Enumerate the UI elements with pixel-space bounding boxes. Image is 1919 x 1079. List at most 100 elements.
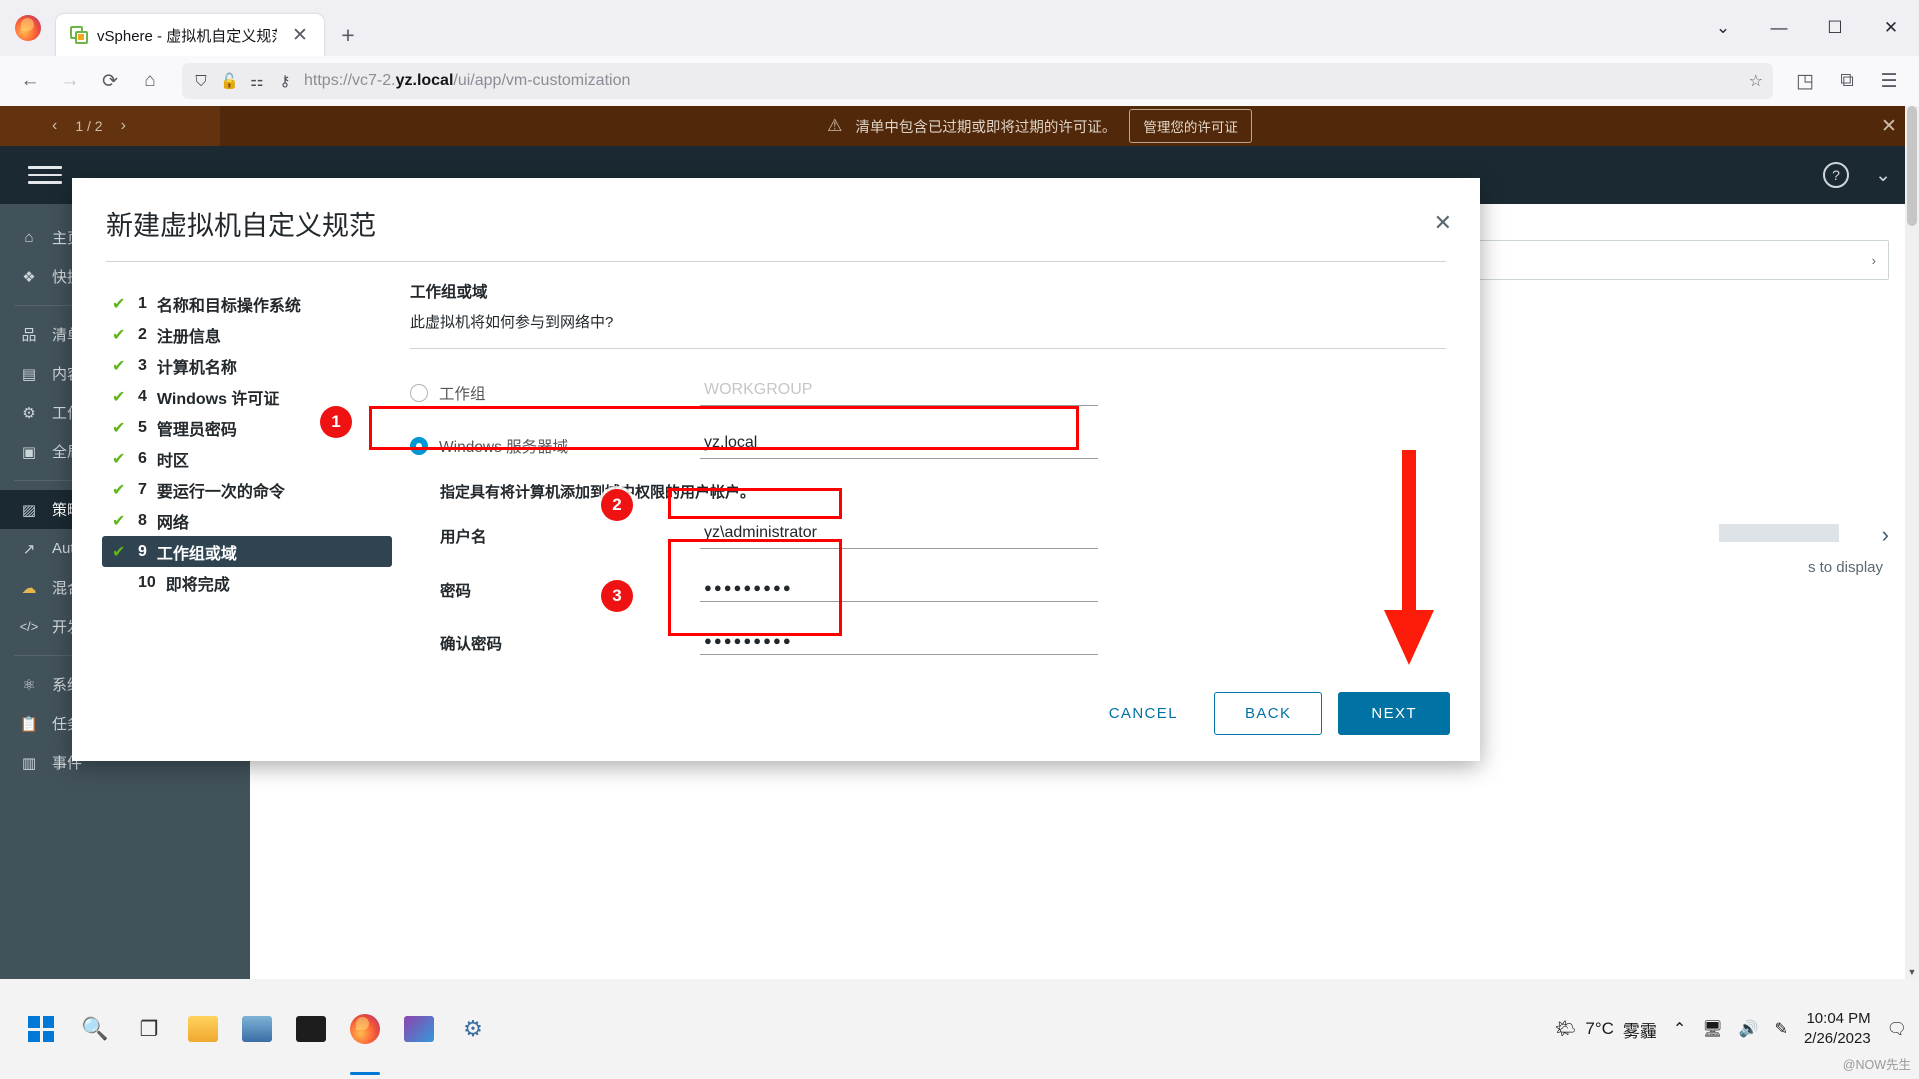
warning-triangle-icon: ⚠ — [827, 116, 842, 136]
wizard-step-7[interactable]: ✔ 7 要运行一次的命令 — [102, 474, 392, 505]
search-icon[interactable]: 🔍 — [68, 979, 122, 1079]
wizard-step-3[interactable]: ✔ 3 计算机名称 — [102, 350, 392, 381]
browser-tab-title: vSphere - 虚拟机自定义规范 — [97, 25, 277, 46]
wizard-step-label: 要运行一次的命令 — [157, 478, 285, 502]
task-view-icon[interactable]: ❐ — [122, 979, 176, 1079]
page-scrollbar[interactable]: ▲ ▼ — [1905, 106, 1919, 979]
shield-icon[interactable]: ⛉ — [192, 73, 210, 90]
pocket-icon[interactable]: ◳ — [1785, 63, 1825, 99]
network-icon[interactable]: 🖥 — [1702, 1019, 1722, 1039]
windows-start-icon[interactable] — [14, 979, 68, 1079]
domain-label: Windows 服务器域 — [439, 435, 568, 457]
wizard-step-6[interactable]: ✔ 6 时区 — [102, 443, 392, 474]
user-menu-chevron-icon[interactable]: ⌄ — [1875, 164, 1891, 187]
weather-widget[interactable]: 🌤 7°C 雾霾 — [1555, 1017, 1657, 1042]
wizard-step-2[interactable]: ✔ 2 注册信息 — [102, 319, 392, 350]
wizard-step-8[interactable]: ✔ 8 网络 — [102, 505, 392, 536]
hybrid-cloud-icon: ☁ — [18, 579, 40, 597]
terminal-icon[interactable] — [284, 979, 338, 1079]
global-inventory-icon: ▣ — [18, 443, 40, 461]
watermark: @NOW先生 — [1843, 1054, 1911, 1073]
check-icon: ✔ — [112, 294, 128, 314]
minimize-icon[interactable]: — — [1751, 0, 1807, 56]
notification-icon[interactable]: 🗨 — [1887, 1019, 1907, 1039]
wizard-step-label: 时区 — [157, 447, 189, 471]
mail-icon[interactable] — [230, 979, 284, 1079]
permissions-icon[interactable]: ⚏ — [248, 72, 266, 90]
list-all-tabs-icon[interactable]: ⌄ — [1695, 0, 1751, 56]
back-icon[interactable]: ← — [10, 63, 50, 99]
confirm-password-label: 确认密码 — [440, 632, 700, 654]
confirm-password-input[interactable]: ●●●●●●●●● — [700, 631, 1098, 655]
bookmark-star-icon[interactable]: ☆ — [1749, 71, 1763, 91]
confirm-password-row: 确认密码 ●●●●●●●●● — [440, 631, 1446, 655]
app-menu-icon[interactable]: ☰ — [1869, 63, 1909, 99]
check-icon: ✔ — [112, 542, 128, 562]
banner-pager[interactable]: ‹ 1 / 2 › — [0, 106, 220, 146]
firefox-icon[interactable] — [338, 979, 392, 1079]
workgroup-input[interactable]: WORKGROUP — [700, 379, 1098, 406]
browser-tab[interactable]: vSphere - 虚拟机自定义规范 ✕ — [56, 14, 324, 56]
key-icon[interactable]: ⚷ — [276, 72, 294, 90]
maximize-icon[interactable]: ☐ — [1807, 0, 1863, 56]
workgroup-radio-option[interactable]: 工作组 — [410, 382, 700, 404]
wizard-step-4[interactable]: ✔ 4 Windows 许可证 — [102, 381, 392, 412]
chevron-up-icon[interactable]: ⌃ — [1673, 1019, 1686, 1039]
wizard-step-9[interactable]: ✔ 9 工作组或域 — [102, 536, 392, 567]
help-icon[interactable]: ? — [1823, 162, 1849, 188]
url-bar[interactable]: ⛉ 🔓 ⚏ ⚷ https://vc7-2.yz.local/ui/app/vm… — [182, 63, 1773, 99]
tasks-icon: 📋 — [18, 715, 40, 733]
password-label: 密码 — [440, 579, 700, 601]
volume-icon[interactable]: 🔊 — [1739, 1019, 1759, 1039]
dialog-footer: CANCEL BACK NEXT — [1089, 692, 1450, 735]
banner-next-icon[interactable]: › — [121, 117, 126, 135]
next-button[interactable]: NEXT — [1338, 692, 1450, 735]
wizard-step-label: 名称和目标操作系统 — [157, 292, 301, 316]
events-icon: ▥ — [18, 754, 40, 772]
content-chevron-icon[interactable]: › — [1872, 253, 1888, 268]
home-icon: ⌂ — [18, 229, 40, 246]
photos-icon[interactable] — [392, 979, 446, 1079]
wizard-step-label: Windows 许可证 — [157, 385, 280, 409]
radio-icon[interactable] — [410, 384, 428, 402]
password-input[interactable]: ●●●●●●●●● — [700, 578, 1098, 602]
domain-input[interactable]: yz.local — [700, 432, 1098, 459]
policies-icon: ▨ — [18, 501, 40, 519]
pane-divider — [410, 348, 1446, 349]
scroll-down-icon[interactable]: ▼ — [1905, 967, 1919, 977]
license-banner: ‹ 1 / 2 › ⚠ 清单中包含已过期或即将过期的许可证。 管理您的许可证 ✕ — [0, 106, 1919, 146]
wizard-steps: ✔ 1 名称和目标操作系统 ✔ 2 注册信息 ✔ 3 计算机名称 ✔ 4 — [102, 280, 392, 655]
check-icon: ✔ — [112, 480, 128, 500]
banner-prev-icon[interactable]: ‹ — [52, 117, 57, 135]
lock-warning-icon[interactable]: 🔓 — [220, 72, 238, 90]
home-icon[interactable]: ⌂ — [130, 63, 170, 99]
menu-icon[interactable] — [28, 161, 62, 189]
manage-license-button[interactable]: 管理您的许可证 — [1129, 109, 1252, 143]
file-explorer-icon[interactable] — [176, 979, 230, 1079]
domain-radio-option[interactable]: Windows 服务器域 — [410, 435, 700, 457]
wizard-step-1[interactable]: ✔ 1 名称和目标操作系统 — [102, 288, 392, 319]
forward-icon[interactable]: → — [50, 63, 90, 99]
username-input[interactable]: yz\administrator — [700, 522, 1098, 549]
wizard-step-10[interactable]: ✔ 10 即将完成 — [102, 567, 392, 598]
vmware-icon[interactable]: ⚙ — [446, 979, 500, 1079]
extensions-icon[interactable]: ⧉ — [1827, 63, 1867, 99]
close-icon[interactable]: ✕ — [286, 21, 314, 49]
url-text: https://vc7-2.yz.local/ui/app/vm-customi… — [304, 72, 630, 90]
close-window-icon[interactable]: ✕ — [1863, 0, 1919, 56]
new-tab-button[interactable]: + — [334, 21, 362, 49]
banner-page-count: 1 / 2 — [75, 118, 102, 134]
wizard-step-label: 工作组或域 — [157, 540, 237, 564]
reload-icon[interactable]: ⟳ — [90, 63, 130, 99]
close-icon[interactable]: ✕ — [1434, 210, 1452, 236]
username-row: 用户名 yz\administrator — [440, 522, 1446, 549]
scrollbar-thumb[interactable] — [1907, 106, 1917, 226]
radio-icon[interactable] — [410, 437, 428, 455]
pane-heading: 工作组或域 — [410, 280, 1446, 302]
taskbar-clock[interactable]: 10:04 PM 2/26/2023 — [1804, 1009, 1871, 1050]
workgroup-label: 工作组 — [439, 382, 486, 404]
content-next-icon[interactable]: › — [1882, 522, 1889, 548]
ime-icon[interactable]: ✎ — [1775, 1019, 1788, 1039]
back-button[interactable]: BACK — [1214, 692, 1322, 735]
cancel-button[interactable]: CANCEL — [1089, 693, 1198, 734]
